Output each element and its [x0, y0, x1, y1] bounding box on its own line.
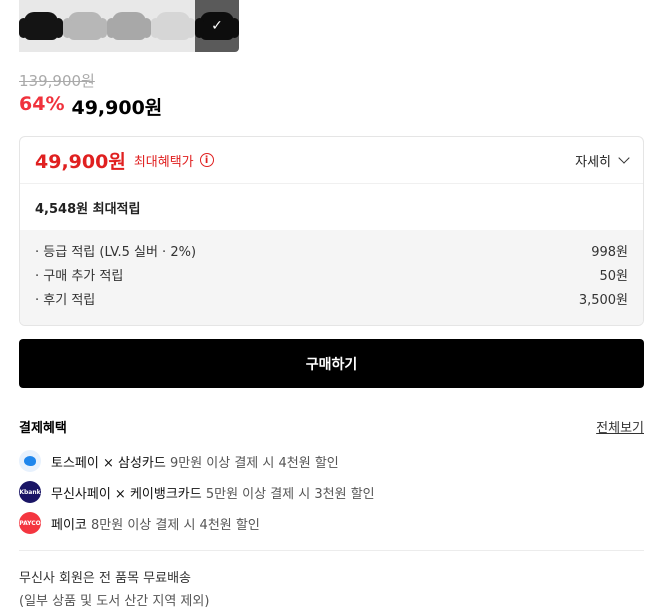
thumbnail-selected-black[interactable]: ✓ [195, 0, 239, 52]
thumbnail-dark-grey[interactable] [107, 0, 151, 52]
points-item-label: · 구매 추가 적립 [35, 268, 124, 284]
points-breakdown-list: · 등급 적립 (LV.5 실버 · 2%) 998원 · 구매 추가 적립 5… [20, 230, 643, 325]
max-benefit-header[interactable]: 49,900원 최대혜택가 i 자세히 [20, 137, 643, 183]
jacket-image [151, 12, 195, 40]
info-icon[interactable]: i [199, 153, 214, 167]
payment-benefit-desc: 8만원 이상 결제 시 4천원 할인 [86, 517, 260, 533]
check-icon: ✓ [211, 18, 223, 34]
thumbnail-black[interactable] [19, 0, 63, 52]
kbank-logo-icon: Kbank [19, 481, 41, 503]
view-all-link[interactable]: 전체보기 [596, 417, 644, 436]
points-item-label: · 등급 적립 (LV.5 실버 · 2%) [35, 244, 197, 260]
payment-benefit-kbank: Kbank 무신사페이 × 케이뱅크카드 5만원 이상 결제 시 3천원 할인 [19, 481, 375, 503]
discount-rate: 64% [19, 93, 65, 115]
payment-benefit-name: 토스페이 × 삼성카드 [51, 455, 166, 471]
jacket-image [19, 12, 63, 40]
detail-toggle-button[interactable]: 자세히 [575, 151, 630, 170]
thumbnail-grey[interactable] [63, 0, 107, 52]
payco-logo-icon: PAYCO [19, 512, 41, 534]
payment-benefit-toss: 토스페이 × 삼성카드 9만원 이상 결제 시 4천원 할인 [19, 450, 339, 472]
max-benefit-price: 49,900원 [35, 150, 126, 173]
points-item-value: 998원 [591, 244, 628, 260]
buy-button[interactable]: 구매하기 [19, 339, 644, 388]
points-item-value: 50원 [599, 268, 628, 284]
sale-price-row: 64% 49,900원 [19, 93, 162, 120]
detail-label: 자세히 [575, 154, 611, 170]
product-thumbnail-strip: ✓ [19, 0, 239, 52]
payment-benefit-desc: 5만원 이상 결제 시 3천원 할인 [201, 486, 375, 502]
points-item-label: · 후기 적립 [35, 292, 96, 308]
payment-benefit-payco: PAYCO 페이코 8만원 이상 결제 시 4천원 할인 [19, 512, 260, 534]
payment-benefit-desc: 9만원 이상 결제 시 4천원 할인 [165, 455, 339, 471]
max-benefit-box: 49,900원 최대혜택가 i 자세히 4,548원 최대적립 · 등급 적립 … [19, 136, 644, 326]
payment-benefit-name: 페이코 [51, 517, 87, 533]
points-item-purchase: · 구매 추가 적립 50원 [35, 262, 628, 286]
toss-logo-icon [19, 450, 41, 472]
original-price: 139,900원 [19, 72, 95, 90]
points-item-value: 3,500원 [578, 292, 628, 308]
payment-benefits-title: 결제혜택 [19, 421, 67, 436]
thumbnail-light-grey[interactable] [151, 0, 195, 52]
max-benefit-label: 최대혜택가 [133, 154, 194, 170]
free-shipping-text: 무신사 회원은 전 품목 무료배송 [19, 571, 192, 586]
points-item-grade: · 등급 적립 (LV.5 실버 · 2%) 998원 [35, 238, 628, 262]
payment-benefit-name: 무신사페이 × 케이뱅크카드 [51, 486, 202, 502]
jacket-image [63, 12, 107, 40]
max-points-summary: 4,548원 최대적립 [20, 183, 643, 230]
jacket-image [107, 12, 151, 40]
shipping-exception-text: (일부 상품 및 도서 산간 지역 제외) [19, 594, 210, 609]
chevron-down-icon [618, 152, 630, 164]
points-item-review: · 후기 적립 3,500원 [35, 286, 628, 310]
divider [19, 550, 644, 551]
sale-price: 49,900원 [71, 97, 163, 119]
